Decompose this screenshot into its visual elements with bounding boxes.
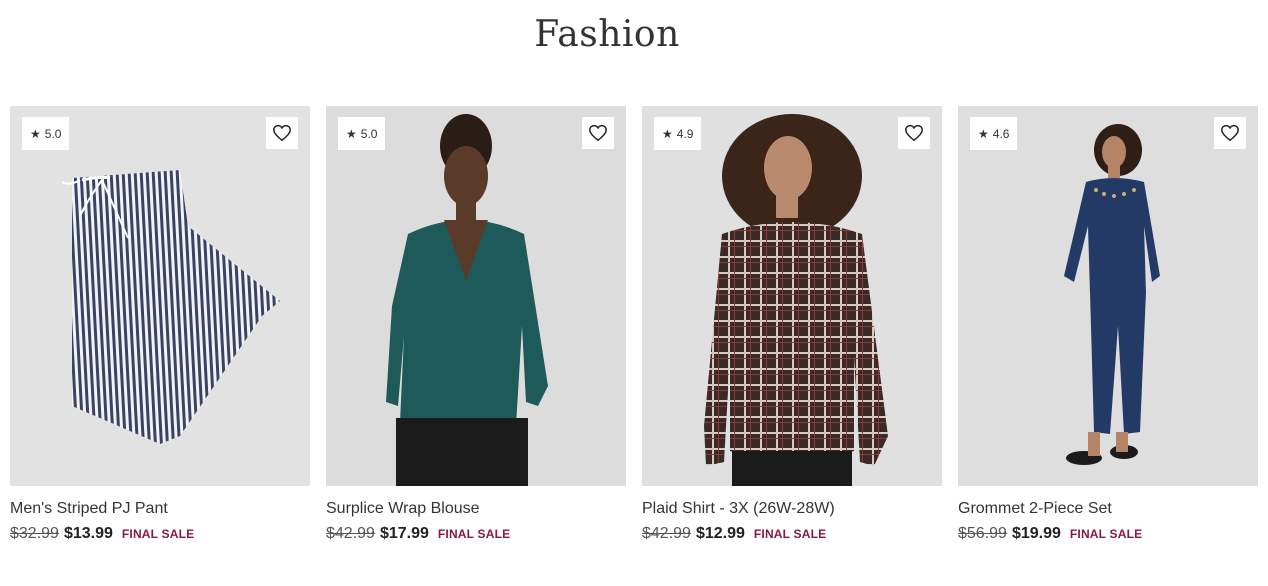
favorite-button[interactable]	[582, 117, 614, 149]
product-card[interactable]: ★ 5.0 Surplice Wrap Blouse $42.99 $17.99…	[326, 106, 626, 543]
sale-price: $13.99	[63, 525, 113, 542]
final-sale-badge: FINAL SALE	[121, 527, 195, 541]
product-card[interactable]: ★ 5.0 Men's Striped PJ Pant $32.99 $13.9…	[10, 106, 310, 543]
product-title[interactable]: Plaid Shirt - 3X (26W-28W)	[642, 500, 942, 518]
product-image-link[interactable]: ★ 5.0	[10, 106, 310, 486]
product-image-link[interactable]: ★ 4.9	[642, 106, 942, 486]
original-price: $56.99	[958, 525, 1007, 542]
original-price: $42.99	[326, 525, 375, 542]
rating-badge: ★ 4.9	[654, 117, 702, 150]
navy-two-piece-set-image	[958, 106, 1258, 486]
favorite-button[interactable]	[266, 117, 298, 149]
heart-icon	[273, 124, 291, 142]
rating-badge: ★ 5.0	[338, 117, 386, 150]
price-row: $42.99 $17.99 FINAL SALE	[326, 525, 626, 543]
rating-value: 5.0	[44, 126, 62, 141]
rating-badge: ★ 4.6	[970, 117, 1018, 150]
price-row: $56.99 $19.99 FINAL SALE	[958, 525, 1258, 543]
product-title[interactable]: Grommet 2-Piece Set	[958, 500, 1258, 518]
product-title[interactable]: Surplice Wrap Blouse	[326, 500, 626, 518]
product-image-link[interactable]: ★ 5.0	[326, 106, 626, 486]
plaid-shirt-image	[642, 106, 942, 486]
product-card[interactable]: ★ 4.6 Grommet 2-Piece Set $56.99 $19.99 …	[958, 106, 1258, 543]
star-icon: ★	[30, 126, 41, 141]
rating-value: 5.0	[360, 126, 378, 141]
original-price: $42.99	[642, 525, 691, 542]
star-icon: ★	[978, 126, 989, 141]
product-card[interactable]: ★ 4.9 Plaid Shirt - 3X (26W-28W) $42.99 …	[642, 106, 942, 543]
striped-pajama-pants-image	[10, 106, 310, 486]
green-wrap-blouse-image	[326, 106, 626, 486]
page-title: Fashion	[534, 14, 680, 55]
favorite-button[interactable]	[1214, 117, 1246, 149]
product-grid: ★ 5.0 Men's Striped PJ Pant $32.99 $13.9…	[10, 106, 1258, 543]
star-icon: ★	[346, 126, 357, 141]
favorite-button[interactable]	[898, 117, 930, 149]
rating-value: 4.6	[992, 126, 1010, 141]
sale-price: $12.99	[695, 525, 745, 542]
final-sale-badge: FINAL SALE	[1069, 527, 1143, 541]
rating-badge: ★ 5.0	[22, 117, 70, 150]
final-sale-badge: FINAL SALE	[753, 527, 827, 541]
product-title[interactable]: Men's Striped PJ Pant	[10, 500, 310, 518]
price-row: $42.99 $12.99 FINAL SALE	[642, 525, 942, 543]
rating-value: 4.9	[676, 126, 694, 141]
sale-price: $19.99	[1011, 525, 1061, 542]
heart-icon	[1221, 124, 1239, 142]
sale-price: $17.99	[379, 525, 429, 542]
heart-icon	[589, 124, 607, 142]
price-row: $32.99 $13.99 FINAL SALE	[10, 525, 310, 543]
original-price: $32.99	[10, 525, 59, 542]
heart-icon	[905, 124, 923, 142]
product-image-link[interactable]: ★ 4.6	[958, 106, 1258, 486]
final-sale-badge: FINAL SALE	[437, 527, 511, 541]
star-icon: ★	[662, 126, 673, 141]
